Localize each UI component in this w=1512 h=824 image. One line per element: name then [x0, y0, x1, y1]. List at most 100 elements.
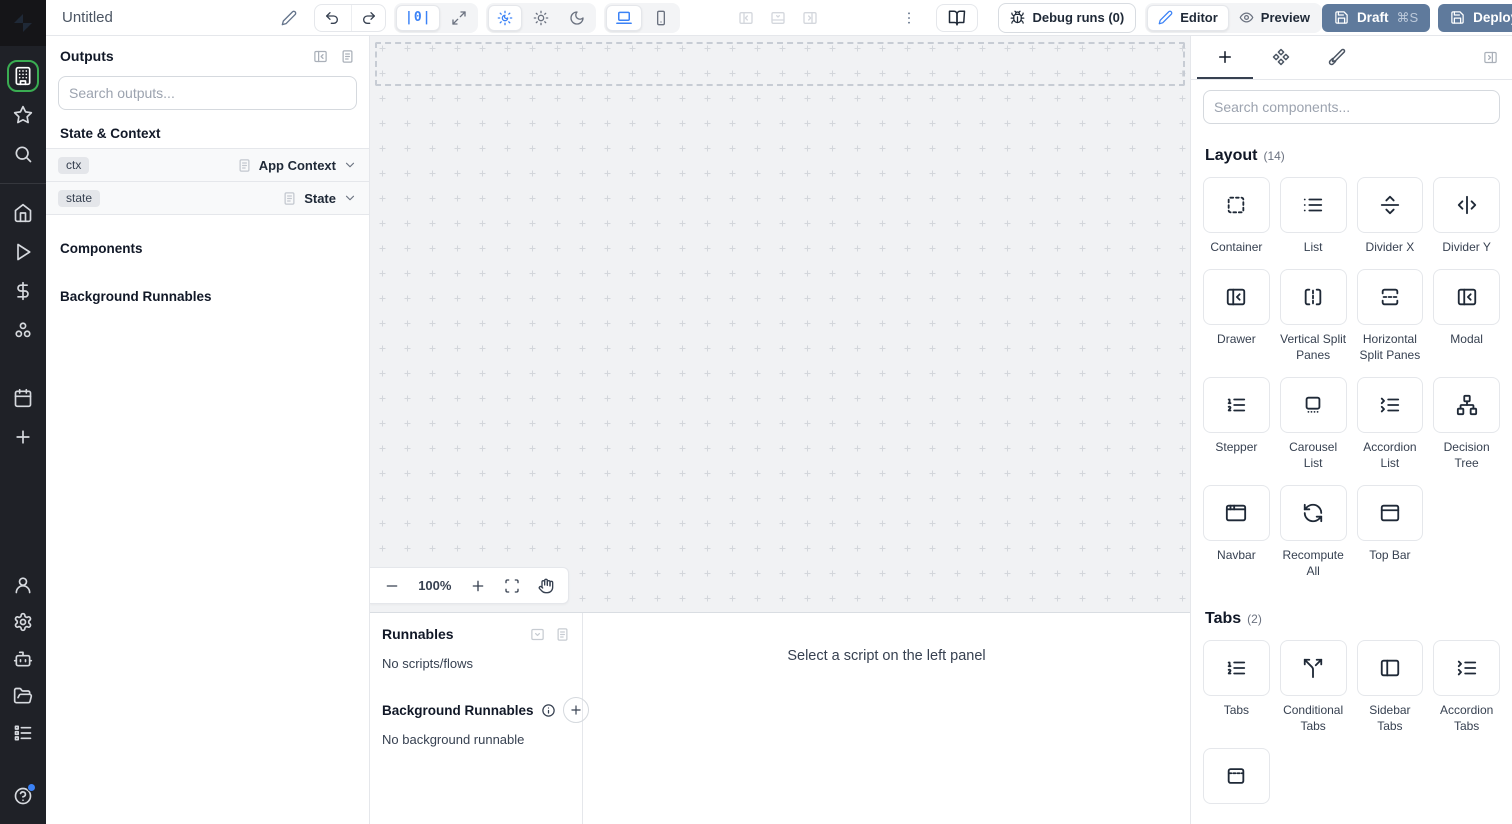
component-unnamed[interactable] [1203, 748, 1270, 804]
rail-item-variables[interactable] [7, 275, 39, 307]
component-card[interactable] [1433, 177, 1500, 233]
collapse-components-panel-icon[interactable] [1483, 50, 1498, 65]
theme-auto-button[interactable] [488, 4, 523, 31]
component-card[interactable] [1203, 177, 1270, 233]
component-accordion-tabs[interactable]: Accordion Tabs [1433, 640, 1500, 748]
preview-tab[interactable]: Preview [1229, 5, 1320, 31]
rail-item-logs[interactable] [7, 717, 39, 749]
outputs-doc-icon[interactable] [340, 49, 355, 64]
component-vertical-split-panes[interactable]: Vertical Split Panes [1279, 269, 1347, 377]
rail-item-home[interactable] [7, 197, 39, 229]
component-navbar[interactable]: Navbar [1203, 485, 1270, 593]
more-menu-button[interactable] [896, 5, 922, 31]
expand-canvas-button[interactable] [442, 5, 476, 31]
component-conditional-tabs[interactable]: Conditional Tabs [1279, 640, 1347, 748]
draft-button[interactable]: Draft ⌘S [1321, 3, 1431, 32]
edit-title-button[interactable] [276, 5, 302, 31]
pan-tool-button[interactable] [538, 578, 554, 594]
rail-item-user[interactable] [7, 569, 39, 601]
rail-item-help[interactable] [7, 780, 39, 812]
component-card[interactable] [1279, 377, 1347, 433]
component-recompute-all[interactable]: Recompute All [1279, 485, 1347, 593]
component-card[interactable] [1433, 640, 1500, 696]
rail-item-search[interactable] [7, 138, 39, 170]
component-horizontal-split-panes[interactable]: Horizontal Split Panes [1356, 269, 1424, 377]
component-card[interactable] [1356, 377, 1424, 433]
chevron-down-icon[interactable] [343, 191, 357, 205]
rail-item-runs[interactable] [7, 236, 39, 268]
component-card[interactable] [1433, 269, 1500, 325]
chevron-down-icon[interactable] [343, 158, 357, 172]
info-icon[interactable] [541, 703, 556, 718]
rail-item-favorites[interactable] [7, 99, 39, 131]
rail-item-apps[interactable] [7, 60, 39, 92]
zoom-in-button[interactable] [470, 578, 486, 594]
debug-runs-button[interactable]: Debug runs (0) [998, 2, 1137, 33]
component-card[interactable] [1356, 640, 1424, 696]
outputs-search-input[interactable] [69, 85, 346, 101]
component-container[interactable]: Container [1203, 177, 1270, 269]
windmill-logo[interactable] [0, 0, 46, 46]
component-card[interactable] [1356, 485, 1424, 541]
user-icon [13, 575, 33, 595]
components-search-input[interactable] [1214, 99, 1489, 115]
component-card[interactable] [1279, 269, 1347, 325]
component-card[interactable] [1203, 269, 1270, 325]
rail-item-schedules[interactable] [7, 382, 39, 414]
app-canvas[interactable]: 100% [370, 36, 1190, 612]
mobile-view-button[interactable] [644, 5, 678, 31]
component-carousel-list[interactable]: Carousel List [1279, 377, 1347, 485]
component-tabs[interactable]: Tabs [1203, 640, 1270, 748]
component-top-bar[interactable]: Top Bar [1356, 485, 1424, 593]
component-list[interactable]: List [1279, 177, 1347, 269]
component-card[interactable] [1279, 177, 1347, 233]
rail-item-workers[interactable] [7, 643, 39, 675]
component-stepper[interactable]: Stepper [1203, 377, 1270, 485]
rail-item-settings[interactable] [7, 606, 39, 638]
theme-dark-button[interactable] [560, 5, 594, 31]
redo-button[interactable] [351, 4, 385, 31]
undo-button[interactable] [315, 5, 349, 31]
zoom-out-button[interactable] [384, 578, 400, 594]
center-align-toggle[interactable]: |0| [396, 4, 441, 31]
deploy-button[interactable]: Deploy [1438, 3, 1512, 32]
component-card[interactable] [1203, 748, 1270, 804]
collapse-outputs-icon[interactable] [313, 49, 328, 64]
runnables-doc-icon[interactable] [555, 627, 570, 642]
rail-item-add[interactable] [7, 421, 39, 453]
tab-component-settings[interactable] [1253, 36, 1309, 79]
plus-icon [1216, 48, 1234, 66]
canvas-dropzone[interactable] [375, 42, 1185, 86]
tab-insert-component[interactable] [1197, 36, 1253, 79]
component-drawer[interactable]: Drawer [1203, 269, 1270, 377]
rail-item-folders[interactable] [7, 680, 39, 712]
rail-top-items [0, 60, 46, 453]
output-row-ctx[interactable]: ctx App Context [46, 149, 369, 182]
tab-styling[interactable] [1309, 36, 1365, 79]
component-divider-y[interactable]: Divider Y [1433, 177, 1500, 269]
editor-tab[interactable]: Editor [1147, 4, 1229, 31]
fit-view-button[interactable] [504, 578, 520, 594]
toggle-right-panel-icon[interactable] [802, 10, 818, 26]
component-accordion-list[interactable]: Accordion List [1356, 377, 1424, 485]
component-sidebar-tabs[interactable]: Sidebar Tabs [1356, 640, 1424, 748]
component-card[interactable] [1279, 485, 1347, 541]
rail-item-resources[interactable] [7, 314, 39, 346]
docs-button[interactable] [936, 3, 979, 32]
component-card[interactable] [1203, 485, 1270, 541]
component-card[interactable] [1279, 640, 1347, 696]
component-card[interactable] [1203, 377, 1270, 433]
desktop-view-button[interactable] [606, 4, 643, 31]
toggle-bottom-panel-icon[interactable] [770, 10, 786, 26]
component-decision-tree[interactable]: Decision Tree [1433, 377, 1500, 485]
component-card[interactable] [1433, 377, 1500, 433]
collapse-runnables-icon[interactable] [530, 627, 545, 642]
component-card[interactable] [1203, 640, 1270, 696]
output-row-state[interactable]: state State [46, 182, 369, 215]
theme-light-button[interactable] [524, 5, 558, 31]
component-card[interactable] [1356, 177, 1424, 233]
component-divider-x[interactable]: Divider X [1356, 177, 1424, 269]
component-card[interactable] [1356, 269, 1424, 325]
component-modal[interactable]: Modal [1433, 269, 1500, 377]
toggle-left-panel-icon[interactable] [738, 10, 754, 26]
